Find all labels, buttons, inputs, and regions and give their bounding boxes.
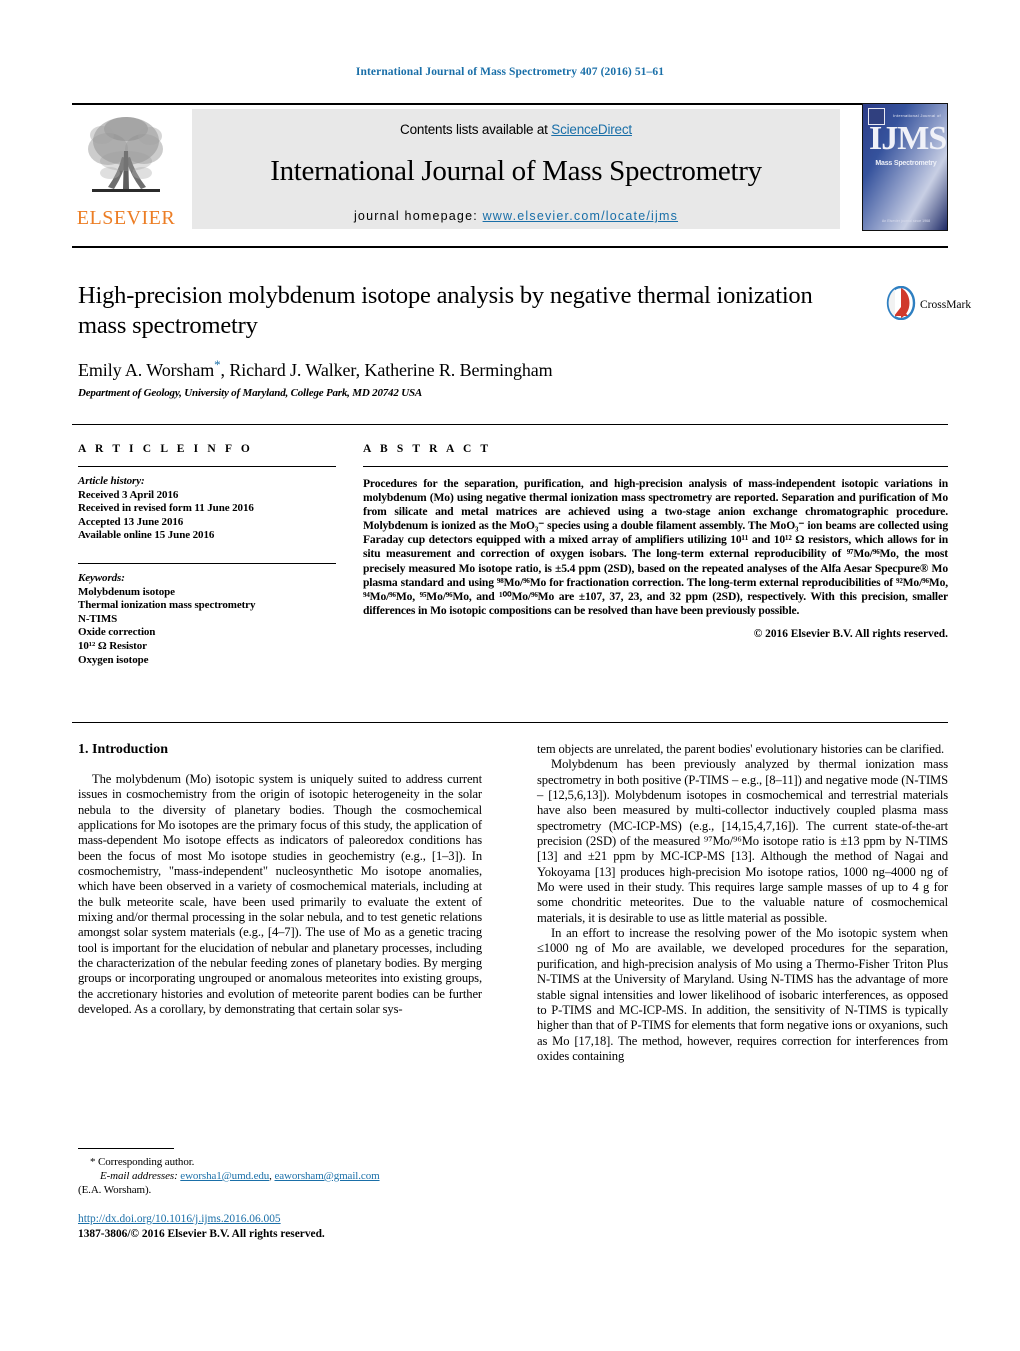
body-left-column: 1. Introduction The molybdenum (Mo) isot… — [78, 742, 482, 1018]
abstract-heading: A B S T R A C T — [363, 443, 492, 455]
elsevier-logo: ELSEVIER — [72, 111, 180, 229]
keyword-item: Thermal ionization mass spectrometry — [78, 599, 256, 612]
crossmark-badge[interactable]: CrossMark — [884, 285, 971, 330]
info-section-rule — [72, 424, 948, 425]
author-1: Emily A. Worsham — [78, 360, 215, 380]
keyword-item: Molybdenum isotope — [78, 585, 175, 598]
footnote-block: * Corresponding author. E-mail addresses… — [78, 1148, 482, 1197]
keywords-label: Keywords: — [78, 571, 125, 584]
abstract-column: A B S T R A C T Procedures for the separ… — [363, 443, 948, 640]
keyword-item: Oxygen isotope — [78, 653, 149, 666]
doi-block: http://dx.doi.org/10.1016/j.ijms.2016.06… — [78, 1212, 498, 1241]
history-item: Received in revised form 11 June 2016 — [78, 502, 254, 515]
article-history-label: Article history: — [78, 475, 145, 487]
keywords-rule — [78, 562, 336, 564]
affiliation: Department of Geology, University of Mar… — [78, 387, 423, 399]
doi-link[interactable]: http://dx.doi.org/10.1016/j.ijms.2016.06… — [78, 1213, 281, 1225]
homepage-label: journal homepage: — [353, 209, 483, 223]
page-title: High-precision molybdenum isotope analys… — [78, 282, 813, 339]
abstract-copyright: © 2016 Elsevier B.V. All rights reserved… — [753, 627, 948, 640]
body-paragraph: Molybdenum has been previously analyzed … — [537, 757, 948, 925]
body-paragraph: The molybdenum (Mo) isotopic system is u… — [78, 772, 482, 1017]
keyword-item: 10¹² Ω Resistor — [78, 639, 147, 652]
footnote-rule — [78, 1148, 174, 1149]
crossmark-icon — [886, 285, 916, 321]
body-top-rule — [72, 722, 948, 723]
elsevier-tree-icon — [88, 117, 163, 192]
history-item: Available online 15 June 2016 — [78, 529, 215, 542]
cover-top-caption: International Journal of — [893, 113, 941, 118]
email-link-1[interactable]: eworsha1@umd.edu — [180, 1170, 269, 1182]
journal-homepage-line: journal homepage: www.elsevier.com/locat… — [192, 209, 840, 223]
abstract-rule — [363, 466, 948, 467]
history-item: Accepted 13 June 2016 — [78, 515, 184, 528]
author-2: Richard J. Walker — [229, 360, 356, 380]
corresponding-author-marker: * — [214, 357, 221, 372]
cover-acronym: IJMS — [869, 120, 947, 157]
section-number: 1. — [78, 742, 89, 757]
keyword-item: N-TIMS — [78, 612, 118, 625]
elsevier-wordmark: ELSEVIER — [76, 207, 176, 229]
journal-banner: Contents lists available at ScienceDirec… — [192, 109, 840, 229]
keywords-block: Keywords: Molybdenum isotope Thermal ion… — [78, 572, 336, 667]
body-paragraph: tem objects are unrelated, the parent bo… — [537, 742, 945, 756]
journal-homepage-link[interactable]: www.elsevier.com/locate/ijms — [483, 209, 678, 223]
corresponding-author-note: * Corresponding author. E-mail addresses… — [78, 1156, 482, 1197]
contents-line: Contents lists available at ScienceDirec… — [192, 109, 840, 137]
email-line: E-mail addresses: eworsha1@umd.edu, eawo… — [100, 1169, 380, 1182]
keyword-item: Oxide correction — [78, 626, 156, 639]
masthead-top-rule — [72, 103, 948, 105]
paper-page: International Journal of Mass Spectromet… — [0, 0, 1020, 1351]
email-label: E-mail addresses: — [100, 1169, 178, 1182]
running-head: International Journal of Mass Spectromet… — [355, 66, 665, 78]
journal-title: International Journal of Mass Spectromet… — [270, 155, 762, 187]
author-3: Katherine R. Bermingham — [364, 360, 553, 380]
body-right-column: tem objects are unrelated, the parent bo… — [537, 742, 948, 1064]
section-title: Introduction — [92, 742, 168, 757]
article-info-column: A R T I C L E I N F O Article history: R… — [78, 443, 336, 667]
article-info-rule — [78, 466, 336, 467]
article-info-heading: A R T I C L E I N F O — [78, 443, 253, 455]
corresponding-author-text: * Corresponding author. — [90, 1156, 195, 1168]
section-heading: 1. Introduction — [78, 742, 482, 758]
author-list: Emily A. Worsham*, Richard J. Walker, Ka… — [78, 357, 553, 380]
email-owner: (E.A. Worsham). — [78, 1183, 152, 1196]
issn-copyright-line: 1387-3806/© 2016 Elsevier B.V. All right… — [78, 1227, 325, 1240]
journal-masthead: ELSEVIER Contents lists available at Sci… — [72, 103, 948, 231]
title-top-rule — [72, 246, 948, 248]
article-history-block: Article history: Received 3 April 2016 R… — [78, 475, 336, 543]
contents-prefix: Contents lists available at — [400, 122, 552, 137]
cover-bottom-caption: An Elsevier journal since 1968 — [881, 219, 931, 223]
history-item: Received 3 April 2016 — [78, 488, 179, 501]
sciencedirect-link[interactable]: ScienceDirect — [551, 122, 632, 137]
journal-cover-thumbnail: International Journal of IJMS Mass Spect… — [862, 103, 948, 231]
crossmark-label: CrossMark — [920, 299, 972, 311]
abstract-text: Procedures for the separation, purificat… — [363, 477, 948, 617]
email-link-2[interactable]: eaworsham@gmail.com — [274, 1170, 379, 1182]
body-paragraph: In an effort to increase the resolving p… — [537, 926, 948, 1063]
cover-subtitle: Mass Spectrometry — [875, 160, 937, 167]
